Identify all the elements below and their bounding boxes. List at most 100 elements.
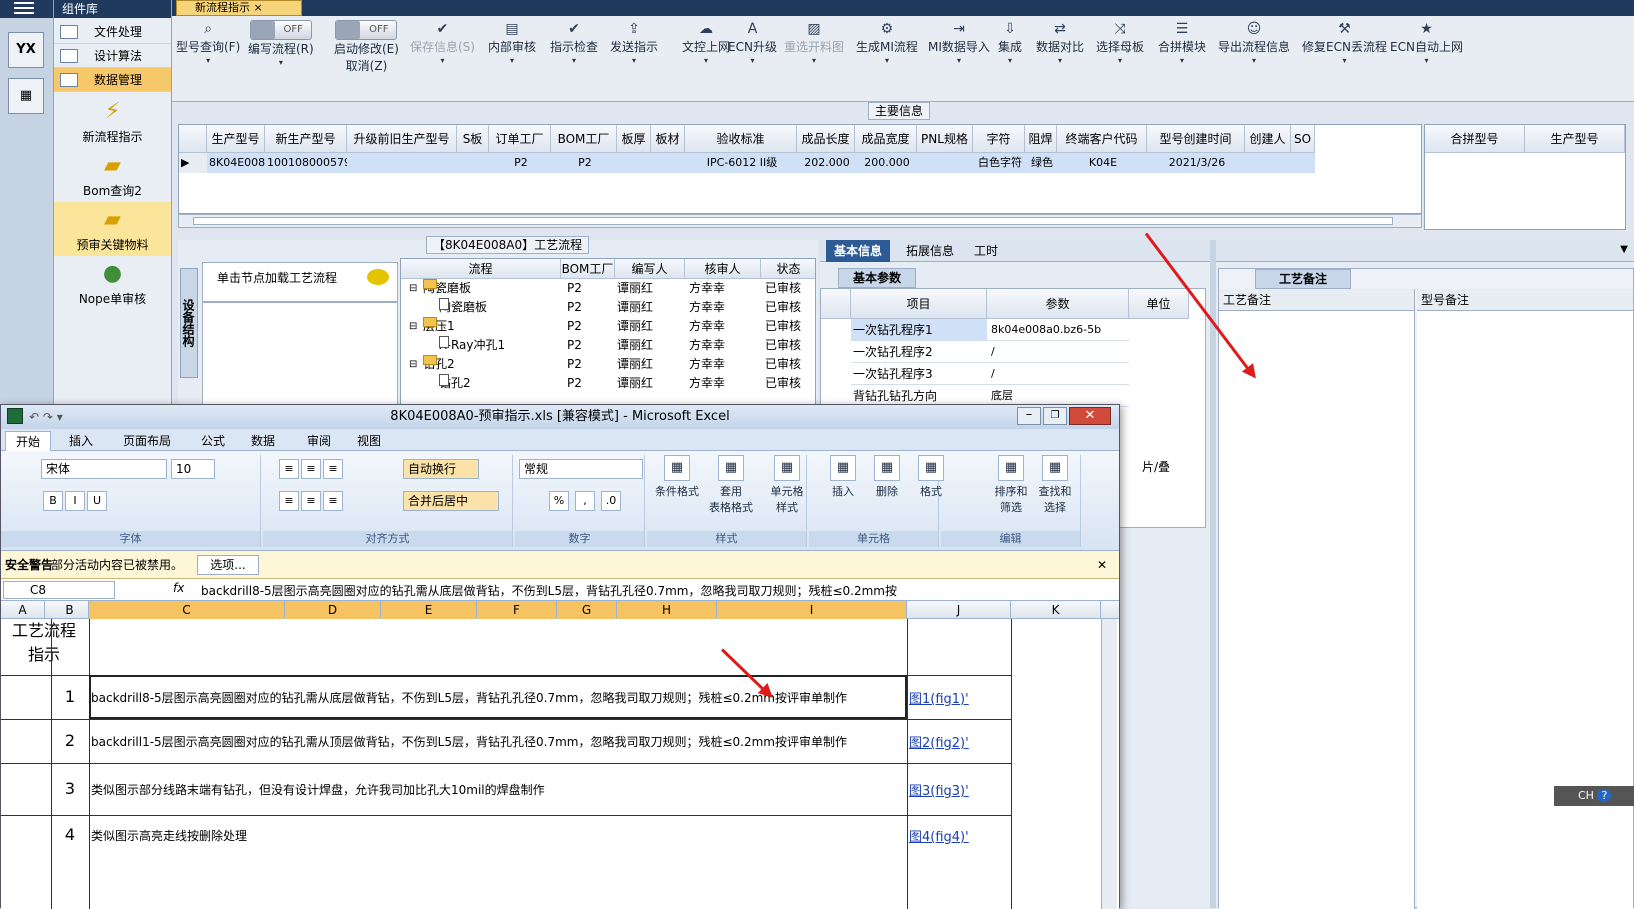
help-icon[interactable]: ? bbox=[1597, 789, 1612, 802]
toolbar-button-8[interactable]: A ECN升级 ▾ bbox=[728, 20, 777, 67]
chevron-down-icon[interactable]: ▾ bbox=[1096, 55, 1144, 67]
undo-redo-icon[interactable]: ↶ ↷ ▾ bbox=[29, 405, 63, 429]
grid-cell[interactable] bbox=[457, 153, 489, 173]
toolbar-button-12[interactable]: ⇩ 集成 ▾ bbox=[998, 20, 1022, 67]
process-row[interactable]: 陶瓷磨板 P2 谭丽红 方幸幸 已审核 bbox=[401, 298, 815, 317]
language-bar[interactable]: CH ? bbox=[1554, 786, 1634, 806]
col-header-17[interactable]: SO bbox=[1291, 125, 1315, 153]
close-warning-icon[interactable]: ✕ bbox=[1097, 551, 1107, 579]
chevron-down-icon[interactable]: ▾ bbox=[728, 55, 777, 67]
column-header-I[interactable]: I bbox=[717, 601, 907, 619]
nav-item-file[interactable]: 文件处理 bbox=[54, 20, 171, 44]
grid-cell[interactable]: 8K04E008A0 bbox=[207, 153, 265, 173]
grid-cell[interactable] bbox=[917, 153, 973, 173]
collapse-icon[interactable]: ⊟ bbox=[409, 355, 417, 374]
align-icon[interactable]: ≡ bbox=[301, 459, 321, 479]
chevron-down-icon[interactable]: ▾ bbox=[682, 55, 730, 67]
chevron-down-icon[interactable]: ▾ bbox=[610, 55, 658, 67]
col-header-3[interactable]: S板 bbox=[457, 125, 489, 153]
ribbon-tab-3[interactable]: 公式 bbox=[191, 431, 235, 451]
tab-process-remarks[interactable]: 工艺备注 bbox=[1255, 269, 1351, 289]
toolbar-button-13[interactable]: ⇄ 数据对比 ▾ bbox=[1036, 20, 1084, 67]
figure-link[interactable]: 图2(fig2)' bbox=[909, 732, 969, 751]
scroll-thumb[interactable] bbox=[193, 217, 1393, 225]
restore-icon[interactable]: ❐ bbox=[1043, 407, 1067, 425]
ribbon-tab-6[interactable]: 视图 bbox=[347, 431, 391, 451]
tab-new-process[interactable]: 新流程指示 × bbox=[176, 0, 302, 16]
model-remark-col[interactable]: 型号备注 bbox=[1417, 289, 1633, 909]
toolbar-button-6[interactable]: ⇪ 发送指示 ▾ bbox=[610, 20, 658, 67]
col-header-4[interactable]: 订单工厂 bbox=[489, 125, 551, 153]
big-item-bom-query[interactable]: ▰ Bom查询2 bbox=[54, 148, 171, 202]
grid-cell[interactable]: P2 bbox=[551, 153, 617, 173]
number-format-combo[interactable]: 常规 bbox=[519, 459, 643, 479]
toolbar-button-7[interactable]: ☁ 文控上网 ▾ bbox=[682, 20, 730, 67]
align-icon[interactable]: ≡ bbox=[279, 459, 299, 479]
chevron-down-icon[interactable]: ▾ bbox=[784, 55, 844, 67]
ribbon-tab-4[interactable]: 数据 bbox=[241, 431, 285, 451]
font-name-combo[interactable]: 宋体 bbox=[41, 459, 167, 479]
cell-text[interactable]: backdrill1-5层图示高亮圆圈对应的钻孔需从顶层做背钻，不伤到L5层，背… bbox=[91, 733, 847, 750]
horizontal-scrollbar[interactable] bbox=[178, 214, 1422, 228]
collapse-icon[interactable]: ⊟ bbox=[409, 279, 417, 298]
grid-cell[interactable] bbox=[651, 153, 685, 173]
column-header-D[interactable]: D bbox=[285, 601, 381, 619]
toolbar-button-10[interactable]: ⚙ 生成MI流程 ▾ bbox=[856, 20, 918, 67]
chevron-down-icon[interactable]: ▾ bbox=[550, 55, 598, 67]
chevron-down-icon[interactable]: ▾ bbox=[928, 55, 990, 67]
formula-input[interactable]: backdrill8-5层图示高亮圆圈对应的钻孔需从底层做背钻，不伤到L5层，背… bbox=[201, 582, 1071, 599]
col-header-9[interactable]: 成品长度 bbox=[797, 125, 855, 153]
ribbon-tab-2[interactable]: 页面布局 bbox=[113, 431, 181, 451]
chevron-down-icon[interactable]: ▾ bbox=[856, 55, 918, 67]
align-icon[interactable]: ≡ bbox=[279, 491, 299, 511]
grid-cell[interactable]: 白色字符 bbox=[973, 153, 1025, 173]
chevron-down-icon[interactable]: ▾ bbox=[176, 55, 240, 67]
tree-col-header[interactable]: 编写人 bbox=[615, 259, 685, 279]
tab-hours[interactable]: 工时 bbox=[966, 240, 1006, 262]
ribbon-button[interactable]: ▦ 单元格 样式 bbox=[761, 455, 813, 515]
chevron-down-icon[interactable]: ▾ bbox=[1218, 55, 1290, 67]
font-size-combo[interactable]: 10 bbox=[171, 459, 215, 479]
name-box[interactable]: C8 bbox=[3, 581, 115, 599]
col-header-7[interactable]: 板材 bbox=[651, 125, 685, 153]
tab-extended-info[interactable]: 拓展信息 bbox=[898, 240, 962, 262]
chevron-down-icon[interactable]: ▾ bbox=[488, 55, 536, 67]
number-format-icon[interactable]: , bbox=[575, 491, 595, 511]
tree-col-header[interactable]: 状态 bbox=[761, 259, 815, 279]
ribbon-tab-0[interactable]: 开始 bbox=[5, 431, 52, 451]
column-header-G[interactable]: G bbox=[557, 601, 617, 619]
big-item-key-material[interactable]: ▰ 预审关键物料 bbox=[54, 202, 171, 256]
ribbon-tab-5[interactable]: 审阅 bbox=[297, 431, 341, 451]
nav-item-data[interactable]: 数据管理 bbox=[54, 68, 171, 92]
figure-link[interactable]: 图4(fig4)' bbox=[909, 826, 969, 845]
grid-cell[interactable]: 绿色 bbox=[1025, 153, 1057, 173]
process-row[interactable]: 层压1 ⊟ P2 谭丽红 方幸幸 已审核 bbox=[401, 317, 815, 336]
grid-cell[interactable]: 202.000 bbox=[797, 153, 855, 173]
column-header-H[interactable]: H bbox=[617, 601, 717, 619]
align-icon[interactable]: ≡ bbox=[301, 491, 321, 511]
save-icon[interactable] bbox=[7, 408, 23, 424]
col-header-1[interactable]: 新生产型号 bbox=[265, 125, 347, 153]
process-row[interactable]: 钻孔2 P2 谭丽红 方幸幸 已审核 bbox=[401, 374, 815, 393]
underline-icon[interactable]: U bbox=[87, 491, 107, 511]
toolbar-button-2[interactable]: OFF 启动修改(E) 取消(Z) bbox=[334, 20, 399, 74]
chevron-down-icon[interactable]: ▾ bbox=[1390, 55, 1463, 67]
param-col-header[interactable]: 参数 bbox=[987, 289, 1129, 319]
italic-icon[interactable]: I bbox=[65, 491, 85, 511]
collapse-icon[interactable]: ⊟ bbox=[409, 317, 417, 336]
toolbar-button-1[interactable]: OFF 编写流程(R) ▾ bbox=[248, 20, 314, 69]
col-header-15[interactable]: 型号创建时间 bbox=[1147, 125, 1245, 153]
column-header-B[interactable]: B bbox=[51, 601, 89, 619]
toolbar-button-15[interactable]: ☰ 合拼模块 ▾ bbox=[1158, 20, 1206, 67]
column-header-C[interactable]: C bbox=[89, 601, 285, 619]
chevron-down-icon[interactable]: ▾ bbox=[1158, 55, 1206, 67]
col-header-12[interactable]: 字符 bbox=[973, 125, 1025, 153]
chevron-down-icon[interactable]: ▾ bbox=[998, 55, 1022, 67]
worksheet-row[interactable]: 4 类似图示高亮走线按删除处理 图4(fig4)' bbox=[1, 815, 1011, 855]
column-header-K[interactable]: K bbox=[1011, 601, 1101, 619]
toggle-switch[interactable]: OFF bbox=[249, 20, 312, 40]
toolbar-button-18[interactable]: ★ ECN自动上网 ▾ bbox=[1390, 20, 1463, 67]
align-icon[interactable]: ≡ bbox=[323, 491, 343, 511]
col-header-6[interactable]: 板厚 bbox=[617, 125, 651, 153]
col-header-5[interactable]: BOM工厂 bbox=[551, 125, 617, 153]
